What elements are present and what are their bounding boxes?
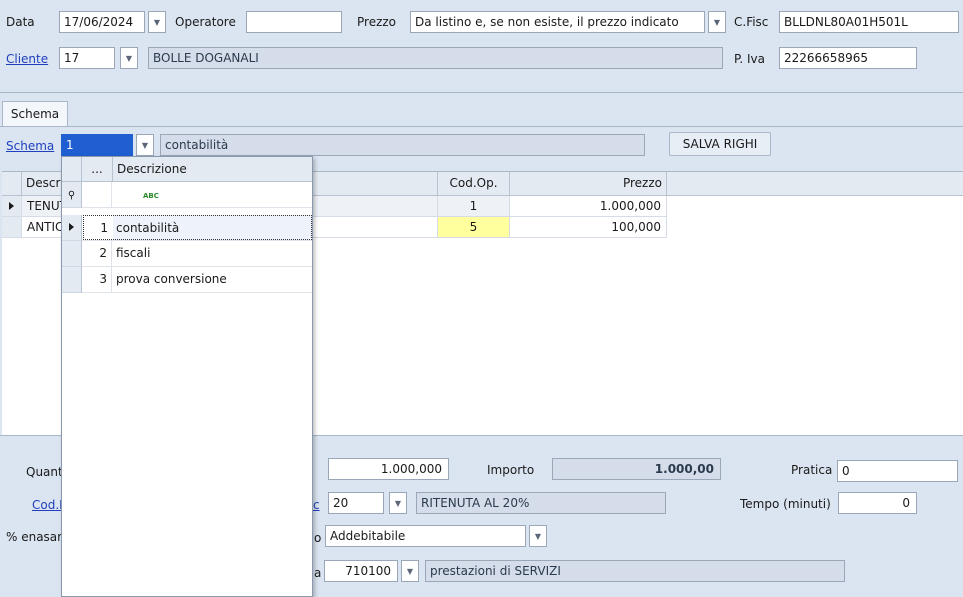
prezzo-label: Prezzo [357, 15, 397, 29]
dropdown-filter-row[interactable]: ⚲ ABC [62, 182, 312, 208]
cliente-code-field[interactable]: 17 [59, 47, 115, 69]
chevron-down-icon: ▼ [534, 531, 542, 541]
data-dropdown-button[interactable]: ▼ [148, 11, 166, 33]
dropdown-item-desc[interactable]: prova conversione [113, 267, 227, 293]
quantita-label: Quant [26, 465, 63, 479]
chevron-down-icon: ▼ [125, 53, 133, 63]
data-field[interactable]: 17/06/2024 [59, 11, 145, 33]
row-pointer-icon [69, 223, 74, 231]
dropdown-item-desc[interactable]: contabilità [113, 215, 312, 240]
schema-dropdown-button[interactable]: ▼ [136, 134, 154, 156]
piva-field[interactable]: 22266658965 [779, 47, 917, 69]
pratica-field[interactable]: 0 [837, 460, 958, 482]
enasarco-label: % enasar [6, 530, 63, 544]
grid-header-codop[interactable]: Cod.Op. [438, 172, 510, 196]
schema-dropdown-list[interactable]: ... Descrizione ⚲ ABC 1 contabilità 2 fi… [61, 156, 313, 597]
row-indicator [2, 217, 22, 238]
list-item[interactable]: 1 contabilità [62, 215, 312, 241]
addebito-dropdown-button[interactable]: ▼ [529, 525, 547, 547]
dropdown-item-id[interactable]: 3 [83, 267, 112, 293]
tipo-label: o [314, 531, 322, 545]
filter-id-cell[interactable] [83, 182, 112, 208]
categoria-label: a [314, 566, 322, 580]
row-pointer-icon [9, 202, 14, 210]
chevron-down-icon: ▼ [394, 498, 402, 508]
cell-prezzo[interactable]: 100,000 [510, 217, 667, 238]
schema-desc-field: contabilità [160, 134, 645, 156]
ritenuta-link[interactable]: c [313, 497, 320, 513]
prezzo-dropdown-button[interactable]: ▼ [708, 11, 726, 33]
chevron-down-icon: ▼ [406, 566, 414, 576]
pratica-label: Pratica [791, 463, 833, 477]
chevron-down-icon: ▼ [713, 17, 721, 27]
cfisc-field[interactable]: BLLDNL80A01H501L [779, 11, 959, 33]
importo-field: 1.000,00 [552, 458, 721, 480]
cliente-link[interactable]: Cliente [6, 51, 48, 67]
dropdown-item-id[interactable]: 1 [83, 215, 112, 240]
grid-header-prezzo[interactable]: Prezzo [510, 172, 667, 196]
operatore-label: Operatore [175, 15, 236, 29]
categoria-dropdown-button[interactable]: ▼ [401, 560, 419, 582]
prezzo-mode-field[interactable]: Da listino e, se non esiste, il prezzo i… [410, 11, 705, 33]
categoria-desc-field: prestazioni di SERVIZI [425, 560, 845, 582]
cell-prezzo[interactable]: 1.000,000 [510, 196, 667, 217]
tempo-field[interactable]: 0 [838, 492, 917, 514]
operatore-field[interactable] [246, 11, 342, 33]
importo-label: Importo [487, 463, 535, 477]
chevron-down-icon: ▼ [153, 17, 161, 27]
filter-desc-cell[interactable]: ABC [113, 182, 159, 208]
filter-pin-icon: ⚲ [67, 190, 76, 201]
dropdown-indicator-header [62, 157, 82, 182]
tab-schema[interactable]: Schema [2, 101, 68, 127]
dropdown-item-id[interactable]: 2 [83, 241, 112, 267]
ritenuta-dropdown-button[interactable]: ▼ [389, 492, 407, 514]
cell-codop[interactable]: 1 [438, 196, 510, 217]
dropdown-header-descrizione[interactable]: Descrizione [113, 157, 312, 182]
piva-label: P. Iva [734, 52, 765, 66]
list-item[interactable]: 2 fiscali [62, 241, 312, 267]
addebito-field[interactable]: Addebitabile [325, 525, 526, 547]
ritenuta-code-field[interactable]: 20 [328, 492, 384, 514]
cfisc-label: C.Fisc [734, 15, 769, 29]
row-indicator [2, 196, 22, 217]
list-item[interactable]: 3 prova conversione [62, 267, 312, 293]
chevron-down-icon: ▼ [141, 140, 149, 150]
tempo-label: Tempo (minuti) [740, 497, 831, 511]
ritenuta-desc-field: RITENUTA AL 20% [416, 492, 666, 514]
header-divider [0, 92, 963, 93]
salva-righi-button[interactable]: SALVA RIGHI [669, 132, 771, 156]
schema-code-field[interactable]: 1 [61, 134, 133, 156]
tab-divider [0, 126, 963, 127]
cod-iva-link[interactable]: Cod.I [32, 497, 63, 513]
cliente-name-field: BOLLE DOGANALI [148, 47, 723, 69]
categoria-code-field[interactable]: 710100 [324, 560, 398, 582]
cliente-dropdown-button[interactable]: ▼ [120, 47, 138, 69]
cell-codop[interactable]: 5 [438, 217, 510, 238]
data-label: Data [6, 15, 35, 29]
schema-link[interactable]: Schema [6, 138, 54, 154]
dropdown-item-desc[interactable]: fiscali [113, 241, 150, 267]
prezzo-unitario-field[interactable]: 1.000,000 [328, 458, 449, 480]
grid-indicator-header [2, 172, 22, 196]
grid-header-filler [667, 172, 963, 196]
dropdown-header-dots[interactable]: ... [82, 157, 113, 182]
text-filter-icon: ABC [143, 192, 159, 200]
